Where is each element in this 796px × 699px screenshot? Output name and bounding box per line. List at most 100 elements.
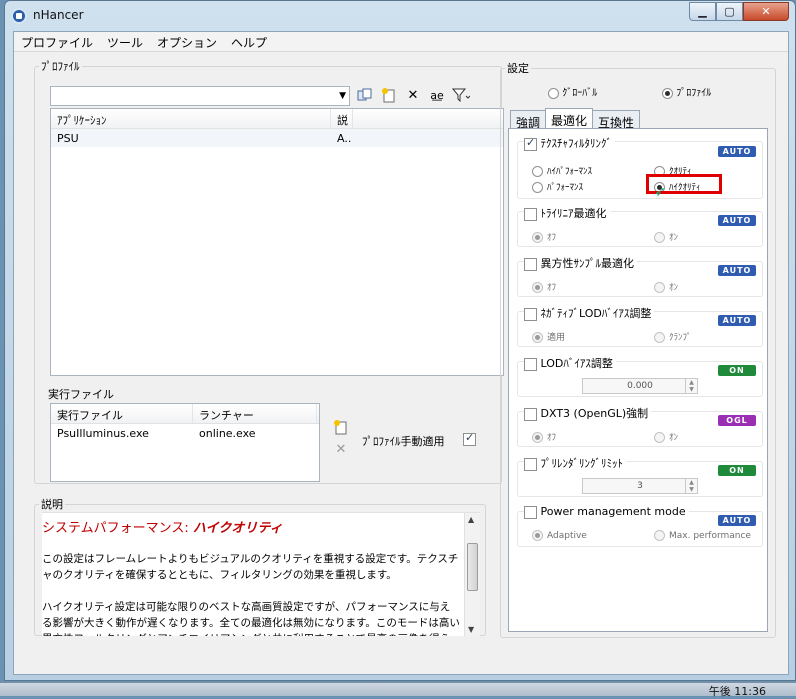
radio-dxt3-on[interactable] (654, 432, 665, 443)
nhancer-logo-icon (11, 8, 27, 24)
menu-options[interactable]: オプション (150, 32, 224, 51)
settings-legend: 設定 (507, 62, 529, 75)
delete-profile-icon[interactable]: ✕ (404, 86, 422, 104)
opt-power-adaptive[interactable]: Adaptive (532, 530, 587, 541)
opt-trilinear-on[interactable]: ｵﾝ (654, 230, 678, 243)
filter-icon[interactable] (452, 86, 470, 104)
scroll-down-icon[interactable]: ▼ (468, 625, 474, 634)
description-scrollbar[interactable]: ▲ ▼ (464, 513, 480, 636)
menu-profile[interactable]: プロファイル (14, 32, 100, 51)
power-title: Power management mode (540, 505, 686, 518)
opt-performance[interactable]: ﾊﾟﾌｫｰﾏﾝｽ (532, 180, 583, 193)
chevron-down-icon: ▼ (339, 91, 346, 101)
prerender-checkbox[interactable] (524, 457, 537, 471)
setting-lod-bias-header: LODﾊﾞｲｱｽ調整 (524, 355, 616, 371)
close-button[interactable]: ✕ (743, 2, 789, 21)
radio-trilinear-on[interactable] (654, 232, 665, 243)
exe-list[interactable]: 実行ファイル ランチャー PsuIlluminus.exe online.exe (50, 403, 320, 482)
manual-apply-checkbox[interactable] (463, 431, 476, 446)
column-launcher[interactable]: ランチャー (193, 404, 317, 423)
on-badge: ON (718, 365, 756, 376)
remove-exe-icon[interactable]: ✕ (332, 440, 350, 458)
label-trilinear-on: ｵﾝ (669, 233, 679, 243)
profile-combo[interactable]: ▼ (50, 86, 350, 106)
optimize-tab-panel: ﾃｸｽﾁｬﾌｨﾙﾀﾘﾝｸﾞ AUTO ﾊｲﾊﾟﾌｫｰﾏﾝｽ ｸｵﾘﾃｨ ﾊﾟﾌｫ… (508, 128, 768, 632)
label-lod-clamp: ｸﾗﾝﾌﾟ (669, 333, 692, 343)
opt-dxt3-off[interactable]: ｵﾌ (532, 430, 556, 443)
opt-trilinear-off[interactable]: ｵﾌ (532, 230, 556, 243)
menu-tools[interactable]: ツール (100, 32, 150, 51)
table-row[interactable]: PsuIlluminus.exe online.exe (51, 424, 319, 442)
scope-global-radio[interactable] (548, 87, 559, 99)
opt-aniso-off[interactable]: ｵﾌ (532, 280, 556, 293)
radio-high-performance[interactable] (532, 166, 543, 177)
opt-high-performance[interactable]: ﾊｲﾊﾟﾌｫｰﾏﾝｽ (532, 164, 592, 177)
aniso-sample-title: 異方性ｻﾝﾌﾟﾙ最適化 (540, 257, 635, 270)
lod-bias-spinbox[interactable]: 0.000 ▲ ▼ (582, 378, 698, 394)
dxt3-checkbox[interactable] (524, 407, 537, 421)
taskbar-clock[interactable]: 午後 11:36 (709, 683, 766, 699)
lod-bias-title: LODﾊﾞｲｱｽ調整 (540, 357, 613, 370)
add-exe-icon[interactable] (332, 418, 350, 436)
scroll-thumb[interactable] (467, 543, 478, 591)
texture-filtering-checkbox[interactable] (524, 136, 537, 151)
prerender-spinbox[interactable]: 3 ▲ ▼ (582, 478, 698, 494)
menu-bar: プロファイル ツール オプション ヘルプ (14, 32, 788, 52)
lod-bias-checkbox[interactable] (524, 357, 537, 371)
description-paragraph-2: ハイクオリティ設定は可能な限りのベストな高画質設定ですが、パフォーマンスに与える… (42, 601, 460, 636)
radio-aniso-on[interactable] (654, 282, 665, 293)
caption-buttons: ▁ ▢ ✕ (689, 2, 789, 21)
opt-lod-apply[interactable]: 適用 (532, 330, 565, 343)
column-application[interactable]: ｱﾌﾟﾘｹｰｼｮﾝ (51, 109, 331, 128)
spellcheck-icon[interactable]: a͟e (428, 86, 446, 104)
description-paragraph-1: この設定はフレームレートよりもビジュアルのクオリティを重視する設定です。テクスチ… (42, 553, 459, 581)
opt-aniso-on[interactable]: ｵﾝ (654, 280, 678, 293)
copy-profile-icon[interactable] (356, 86, 374, 104)
minimize-button[interactable]: ▁ (689, 2, 716, 21)
setting-dxt3: DXT3 (OpenGL)強制 OGL ｵﾌ ｵﾝ (517, 405, 763, 447)
radio-power-max[interactable] (654, 530, 665, 541)
power-checkbox[interactable] (524, 505, 537, 519)
radio-dxt3-off[interactable] (532, 432, 543, 443)
description-heading-prefix: システムパフォーマンス: (42, 521, 193, 536)
radio-lod-clamp[interactable] (654, 332, 665, 343)
scope-profile-option[interactable]: ﾌﾟﾛﾌｧｲﾙ (662, 84, 711, 99)
negative-lod-checkbox[interactable] (524, 307, 537, 321)
label-power-adaptive: Adaptive (547, 531, 587, 541)
label-dxt3-off: ｵﾌ (547, 433, 557, 443)
trilinear-title: ﾄﾗｲﾘﾆｱ最適化 (540, 207, 607, 220)
label-aniso-off: ｵﾌ (547, 283, 557, 293)
setting-prerender-header: ﾌﾟﾘﾚﾝﾀﾞﾘﾝｸﾞﾘﾐｯﾄ (524, 455, 626, 471)
title-bar[interactable]: nHancer ▁ ▢ ✕ (5, 1, 795, 31)
column-exe[interactable]: 実行ファイル (51, 404, 193, 423)
radio-power-adaptive[interactable] (532, 530, 543, 541)
column-description[interactable]: 説 (331, 109, 353, 128)
maximize-button[interactable]: ▢ (716, 2, 743, 21)
taskbar: 午後 11:36 (0, 682, 796, 699)
new-profile-icon[interactable] (380, 86, 398, 104)
opt-power-max[interactable]: Max. performance (654, 530, 751, 541)
radio-lod-apply[interactable] (532, 332, 543, 343)
table-row[interactable]: PSU A.. (51, 129, 503, 147)
spin-arrows-icon[interactable]: ▲ ▼ (685, 479, 697, 493)
trilinear-checkbox[interactable] (524, 207, 537, 221)
exe-list-header: 実行ファイル ランチャー (51, 404, 319, 424)
setting-dxt3-header: DXT3 (OpenGL)強制 (524, 405, 652, 421)
scope-global-option[interactable]: ｸﾞﾛｰﾊﾞﾙ (548, 84, 597, 99)
radio-performance[interactable] (532, 182, 543, 193)
radio-aniso-off[interactable] (532, 282, 543, 293)
opt-dxt3-on[interactable]: ｵﾝ (654, 430, 678, 443)
setting-power-header: Power management mode (524, 505, 689, 519)
scope-global-label: ｸﾞﾛｰﾊﾞﾙ (562, 88, 598, 99)
spin-arrows-icon[interactable]: ▲ ▼ (685, 379, 697, 393)
setting-aniso-sample: 異方性ｻﾝﾌﾟﾙ最適化 AUTO ｵﾌ ｵﾝ (517, 255, 763, 297)
application-list[interactable]: ｱﾌﾟﾘｹｰｼｮﾝ 説 PSU A.. (50, 108, 504, 376)
scroll-up-icon[interactable]: ▲ (468, 515, 474, 524)
radio-trilinear-off[interactable] (532, 232, 543, 243)
scope-profile-radio[interactable] (662, 87, 673, 99)
opt-lod-clamp[interactable]: ｸﾗﾝﾌﾟ (654, 330, 692, 343)
aniso-sample-checkbox[interactable] (524, 257, 537, 271)
auto-badge: AUTO (718, 215, 756, 226)
description-heading-value: ハイクオリティ (192, 521, 283, 536)
menu-help[interactable]: ヘルプ (224, 32, 274, 51)
